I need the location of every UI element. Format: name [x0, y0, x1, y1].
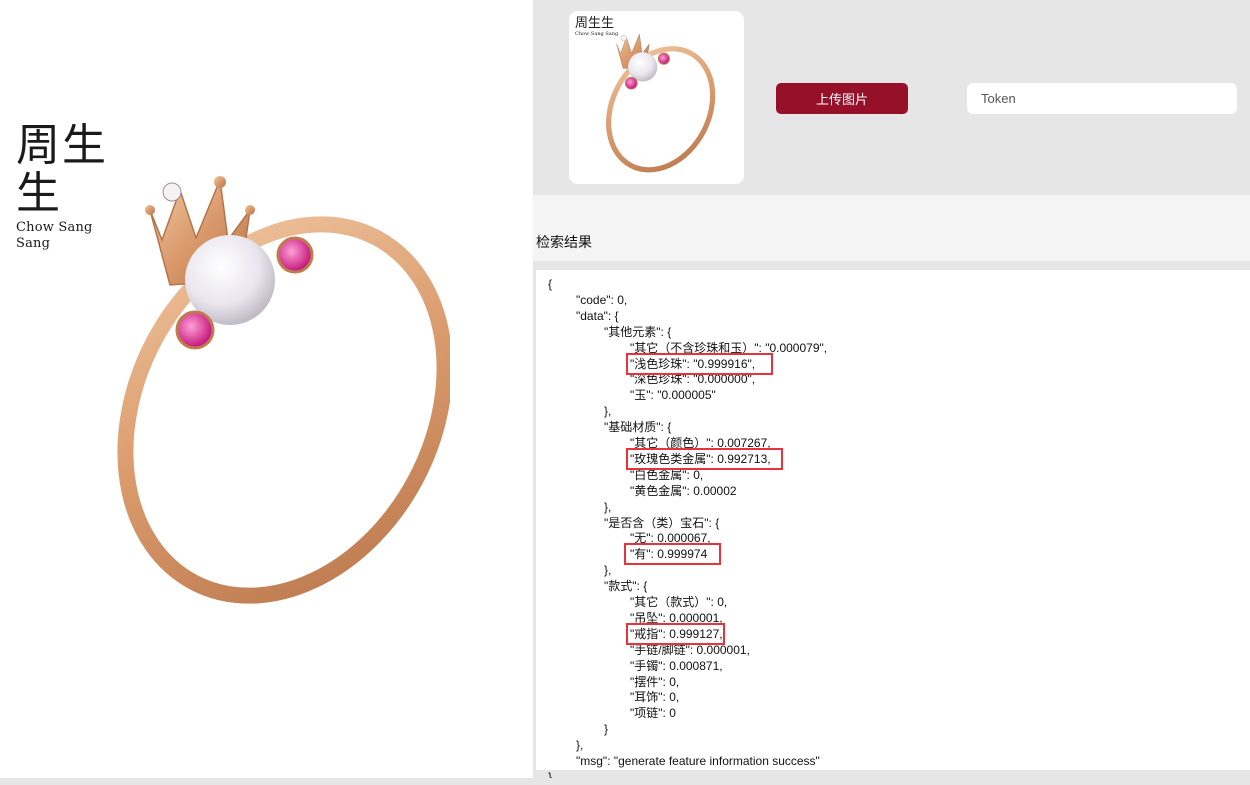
json-line: "无": 0.000067,	[630, 531, 711, 546]
result-title: 检索结果	[536, 234, 592, 250]
json-line: "白色金属": 0,	[630, 467, 704, 482]
json-line: "其它（不含珍珠和玉）": "0.000079",	[630, 340, 828, 355]
json-line: "戒指": 0.999127,	[630, 626, 723, 641]
ring-photo	[117, 176, 450, 604]
json-line: "code": 0,	[576, 292, 628, 307]
json-line: }	[604, 722, 609, 737]
json-line: "黄色金属": 0.00002	[630, 483, 737, 498]
bottom-divider	[0, 778, 1250, 785]
json-line: {	[548, 277, 553, 291]
json-line: "有": 0.999974	[630, 547, 708, 562]
json-line: "其他元素": {	[604, 324, 672, 339]
json-line: "款式": {	[604, 579, 648, 594]
json-line: },	[576, 738, 584, 753]
json-line: "其它（款式）": 0,	[630, 595, 728, 609]
json-line: "项链": 0	[630, 706, 676, 721]
json-line: "手链/脚链": 0.000001,	[630, 642, 750, 657]
thumbnail-brand-cn: 周生生	[575, 16, 615, 31]
json-line: },	[604, 404, 612, 419]
json-line: "基础材质": {	[604, 420, 672, 435]
uploaded-thumbnail[interactable]: 周生生 Chow Sang Sang	[569, 11, 744, 184]
json-line: "是否含（类）宝石": {	[604, 515, 720, 530]
token-input[interactable]	[967, 83, 1237, 114]
json-line: "玉": "0.000005"	[630, 388, 716, 403]
product-image-panel: 周生生 Chow Sang Sang	[0, 0, 533, 785]
json-line: "摆件": 0,	[630, 674, 680, 689]
json-line: "手镯": 0.000871,	[630, 658, 723, 673]
json-output: { "code": 0, "data": {"其他元素": {"其它（不含珍珠和玉）…	[536, 270, 1250, 784]
json-line: "data": {	[576, 308, 619, 323]
json-line: "浅色珍珠": "0.999916",	[630, 356, 756, 371]
json-line: "吊坠": 0.000001,	[630, 610, 723, 625]
json-line: "玫瑰色类金属": 0.992713,	[630, 451, 771, 466]
result-panel: { "code": 0, "data": {"其他元素": {"其它（不含珍珠和玉）…	[533, 261, 1250, 785]
json-line: "其它（颜色）": 0.007267,	[630, 436, 771, 450]
upload-image-button[interactable]: 上传图片	[776, 83, 908, 114]
thumbnail-ring-photo	[605, 33, 716, 173]
json-line: "msg": "generate feature information suc…	[576, 754, 820, 768]
json-line: "深色珍珠": "0.000000",	[630, 372, 756, 387]
result-header: 检索结果	[533, 195, 1250, 261]
upload-area: 周生生 Chow Sang Sang 上传图片	[533, 0, 1250, 195]
json-line: },	[604, 563, 612, 578]
json-line: },	[604, 499, 612, 514]
json-line: "耳饰": 0,	[630, 690, 680, 705]
